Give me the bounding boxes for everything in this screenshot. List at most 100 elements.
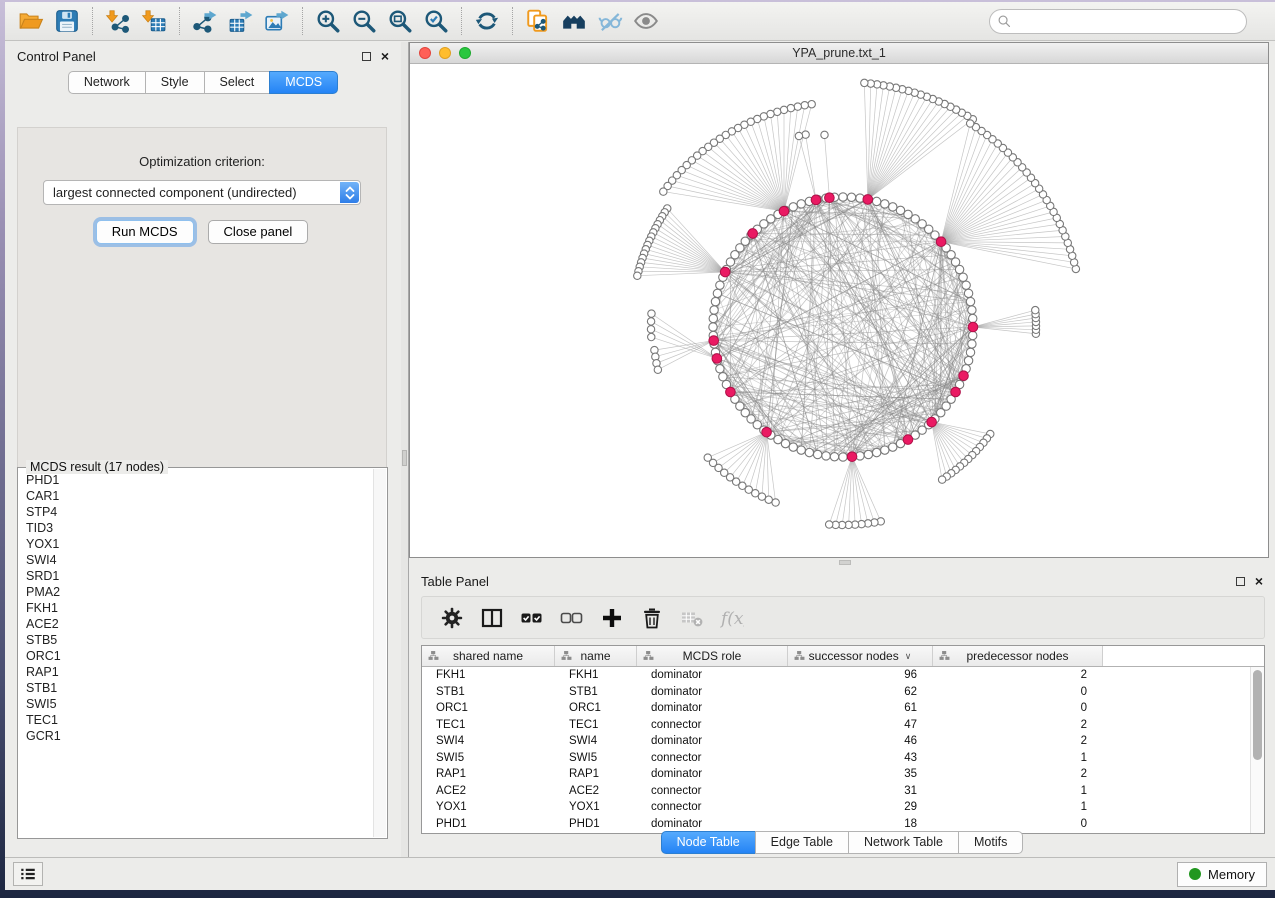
export-network-button[interactable] [187,6,223,37]
table-row[interactable]: RAP1RAP1dominator352 [422,766,1264,783]
mcds-result-list[interactable]: PHD1CAR1STP4TID3YOX1SWI4SRD1PMA2FKH1ACE2… [20,472,371,836]
tab-edge-table[interactable]: Edge Table [755,831,848,854]
table-cell: dominator [637,669,788,681]
mcds-node-item[interactable]: ORC1 [26,648,371,664]
status-bar: Memory [5,857,1275,890]
mcds-result-scrollbar[interactable] [373,469,386,837]
toolbar-separator [179,7,180,35]
mcds-node-item[interactable]: SRD1 [26,568,371,584]
column-header-name[interactable]: name [555,646,637,666]
control-panel-title: Control Panel [17,49,96,64]
column-header-predecessor-nodes[interactable]: predecessor nodes [933,646,1103,666]
zoom-selected-button[interactable] [418,6,454,37]
table-cell: SWI4 [555,735,637,747]
network-canvas[interactable] [410,64,1268,557]
deselect-all-button[interactable] [556,602,587,633]
table-row[interactable]: FKH1FKH1dominator962 [422,667,1264,684]
mcds-node-item[interactable]: STB5 [26,632,371,648]
table-cell: 35 [788,768,933,780]
mcds-node-item[interactable]: CAR1 [26,488,371,504]
node-table-scrollbar-thumb[interactable] [1253,670,1262,760]
search-box[interactable] [989,9,1247,34]
close-table-panel-icon[interactable]: × [1255,576,1263,586]
delete-row-button[interactable] [636,602,667,633]
mcds-node-item[interactable]: PMA2 [26,584,371,600]
mcds-node-item[interactable]: FKH1 [26,600,371,616]
select-all-button[interactable] [516,602,547,633]
control-panel: Control Panel × NetworkStyleSelectMCDS O… [5,42,401,857]
settings-gear-button[interactable] [436,602,467,633]
copy-network-button[interactable] [520,6,556,37]
network-window-titlebar[interactable]: YPA_prune.txt_1 [410,43,1268,64]
table-row[interactable]: YOX1YOX1connector291 [422,799,1264,816]
table-row[interactable]: STB1STB1dominator620 [422,684,1264,701]
mcds-node-item[interactable]: ACE2 [26,616,371,632]
show-all-button[interactable] [628,6,664,37]
import-table-icon [141,8,167,34]
open-file-button[interactable] [13,6,49,37]
table-row[interactable]: ACE2ACE2connector311 [422,783,1264,800]
mcds-node-item[interactable]: TEC1 [26,712,371,728]
table-row[interactable]: PHD1PHD1dominator180 [422,816,1264,833]
table-cell: connector [637,801,788,813]
zoom-in-button[interactable] [310,6,346,37]
panel-list-button[interactable] [13,862,43,886]
import-network-button[interactable] [100,6,136,37]
tab-select[interactable]: Select [204,71,270,94]
mcds-node-item[interactable]: RAP1 [26,664,371,680]
close-panel-icon[interactable]: × [381,51,389,61]
zoom-out-button[interactable] [346,6,382,37]
add-row-icon [600,606,624,630]
add-row-button[interactable] [596,602,627,633]
refresh-button[interactable] [469,6,505,37]
tab-node-table[interactable]: Node Table [661,831,755,854]
table-cell: dominator [637,702,788,714]
column-header-MCDS-role[interactable]: MCDS role [637,646,788,666]
save-session-button[interactable] [49,6,85,37]
tab-mcds[interactable]: MCDS [269,71,338,94]
export-image-button[interactable] [259,6,295,37]
zoom-fit-button[interactable] [382,6,418,37]
memory-button[interactable]: Memory [1177,862,1267,887]
toolbar-separator [302,7,303,35]
tab-style[interactable]: Style [145,71,204,94]
table-row[interactable]: ORC1ORC1dominator610 [422,700,1264,717]
mcds-node-item[interactable]: TID3 [26,520,371,536]
save-session-icon [54,8,80,34]
float-table-panel-icon[interactable] [1236,577,1245,586]
tab-motifs[interactable]: Motifs [958,831,1023,854]
mcds-node-item[interactable]: GCR1 [26,728,371,744]
table-row[interactable]: TEC1TEC1connector472 [422,717,1264,734]
import-table-button[interactable] [136,6,172,37]
column-header-shared-name[interactable]: shared name [422,646,555,666]
vertical-splitter-handle[interactable] [402,450,407,466]
table-row[interactable]: SWI5SWI5connector431 [422,750,1264,767]
table-cell: SWI4 [422,735,555,747]
mcds-node-item[interactable]: PHD1 [26,472,371,488]
first-neighbors-button[interactable] [556,6,592,37]
search-input[interactable] [1013,11,1246,31]
node-table-scrollbar[interactable] [1250,667,1264,833]
vertical-splitter[interactable] [401,42,409,857]
table-cell: ORC1 [555,702,637,714]
mcds-node-item[interactable]: STP4 [26,504,371,520]
float-panel-icon[interactable] [362,52,371,61]
tab-network-table[interactable]: Network Table [848,831,958,854]
mcds-node-item[interactable]: STB1 [26,680,371,696]
column-layout-button[interactable] [476,602,507,633]
mcds-node-item[interactable]: SWI4 [26,552,371,568]
run-mcds-button[interactable]: Run MCDS [96,220,194,244]
mcds-node-item[interactable]: YOX1 [26,536,371,552]
zoom-out-icon [351,8,377,34]
export-table-button[interactable] [223,6,259,37]
tab-network[interactable]: Network [68,71,145,94]
column-header-successor-nodes[interactable]: successor nodes∨ [788,646,933,666]
mcds-node-item[interactable]: SWI5 [26,696,371,712]
hide-selected-button[interactable] [592,6,628,37]
horizontal-splitter[interactable] [409,558,1269,567]
optimization-criterion-select[interactable]: largest connected component (undirected) [43,180,361,205]
table-row[interactable]: SWI4SWI4dominator462 [422,733,1264,750]
close-panel-button[interactable]: Close panel [208,220,309,244]
tree-icon [428,650,439,661]
horizontal-splitter-handle[interactable] [839,560,851,565]
